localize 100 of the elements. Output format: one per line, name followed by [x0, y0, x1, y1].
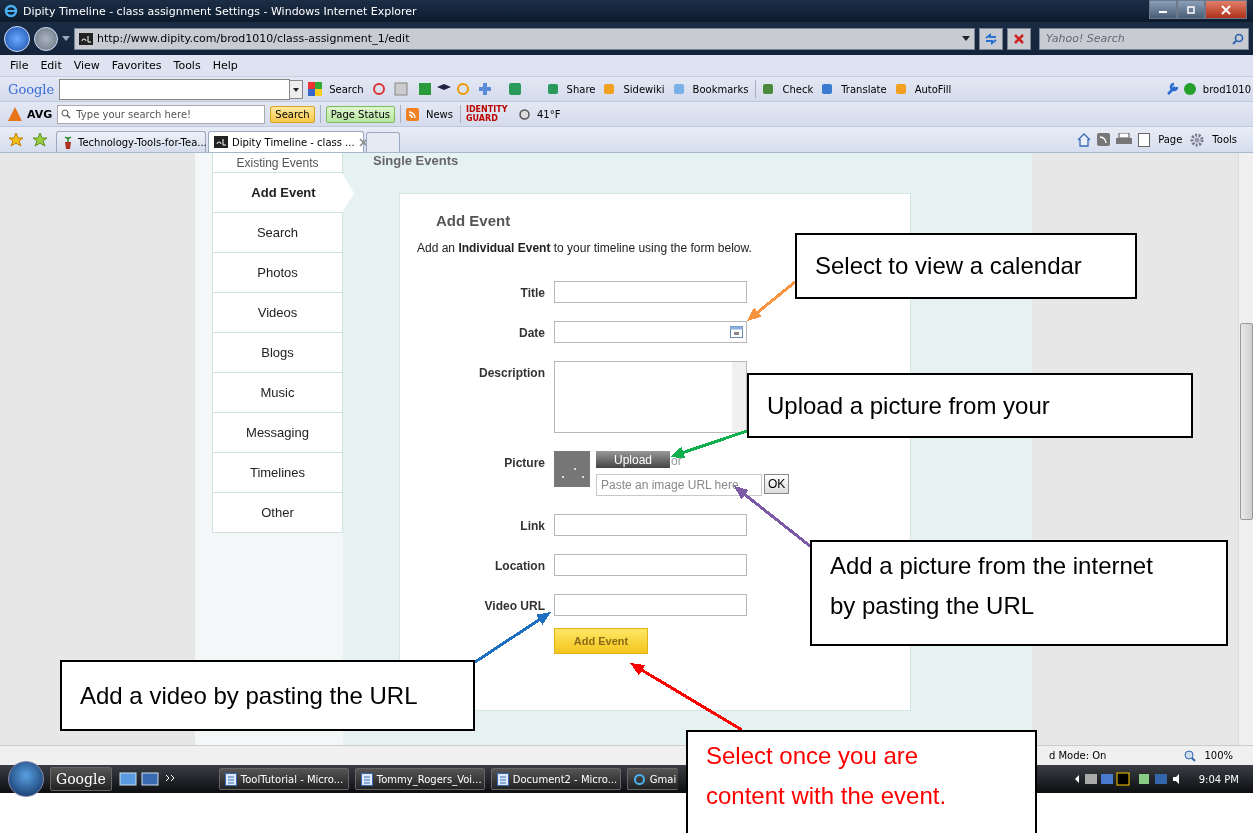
date-field[interactable] — [554, 321, 747, 343]
scrollbar[interactable] — [1238, 153, 1253, 745]
browser-icon — [632, 772, 646, 786]
printer-icon[interactable] — [1116, 133, 1133, 146]
news-button[interactable]: News — [423, 108, 455, 120]
weather-button[interactable]: 41°F — [534, 108, 563, 120]
description-field[interactable] — [554, 361, 747, 433]
page-icon — [1138, 132, 1151, 147]
home-icon[interactable] — [1077, 132, 1092, 147]
toolbar-button[interactable]: Translate — [839, 83, 889, 95]
avg-logo-icon — [8, 107, 22, 121]
user-button[interactable]: brod1010 — [1200, 83, 1253, 95]
sidebar-item[interactable]: Other — [212, 493, 342, 533]
sidebar-item[interactable]: Messaging — [212, 413, 342, 453]
refresh-button[interactable] — [979, 27, 1003, 50]
toolbar-button[interactable]: Check — [780, 83, 816, 95]
forward-button[interactable] — [34, 26, 58, 51]
site-icon — [79, 32, 93, 45]
maximize-button[interactable] — [1177, 0, 1205, 19]
text-field[interactable] — [554, 281, 747, 303]
sidebar-item[interactable]: Existing Events — [212, 153, 342, 173]
sidebar-item[interactable]: Photos — [212, 253, 342, 293]
google-search-field[interactable] — [59, 78, 291, 100]
close-button[interactable] — [1205, 0, 1247, 19]
back-button[interactable] — [4, 25, 30, 52]
field-label: Title — [519, 285, 545, 300]
add-favorite-icon[interactable] — [32, 131, 48, 148]
clock: 9:04 PM — [1198, 773, 1239, 785]
toolbar-button[interactable]: Sidewiki — [621, 83, 667, 95]
field-label: Picture — [503, 455, 545, 470]
search-box[interactable]: Yahoo! Search — [1039, 27, 1249, 50]
caret-icon[interactable] — [962, 35, 970, 42]
callout-box: Select to view a calendar — [795, 233, 1137, 299]
taskbar-button[interactable]: Document2 - Micro... — [490, 768, 621, 790]
toolbar-button[interactable]: Bookmarks — [690, 83, 751, 95]
menu-item[interactable]: Tools — [167, 59, 207, 72]
browser-tab[interactable]: Dipity Timeline - class ... — [208, 131, 364, 152]
window-title: Dipity Timeline - class assignment Settings - Windows Internet Explorer — [23, 4, 418, 18]
sidebar-item[interactable]: Blogs — [212, 333, 342, 373]
upload-button[interactable]: Upload — [596, 451, 670, 468]
toolbar-button[interactable]: Search — [327, 83, 366, 95]
avg-logo: AVG — [27, 107, 53, 121]
sidebar-item[interactable]: Videos — [212, 293, 342, 333]
form-intro: Add an Individual Event to your timeline using the form below. — [417, 241, 753, 255]
zoom-level[interactable]: 100% — [1204, 750, 1233, 761]
image-url-field[interactable]: Paste an image URL here — [596, 474, 762, 496]
plant-pot-icon — [62, 135, 74, 149]
browser-tab[interactable]: Technology-Tools-for-Tea... — [56, 131, 206, 152]
avg-search-box[interactable]: Type your search here! — [57, 104, 266, 124]
field-label: Date — [518, 325, 545, 340]
sidebar-item[interactable]: Timelines — [212, 453, 342, 493]
picture-thumbnail — [554, 451, 590, 487]
toolbar-button[interactable]: AutoFill — [912, 83, 954, 95]
add-event-button[interactable]: Add Event — [554, 628, 648, 654]
minimize-button[interactable] — [1149, 0, 1177, 19]
google-icon — [308, 82, 323, 96]
sidebar-item[interactable]: Music — [212, 373, 342, 413]
field-label: Link — [519, 518, 545, 533]
toolbar-item-icon — [893, 82, 908, 96]
toolbar-button[interactable]: Share — [564, 83, 598, 95]
search-icon[interactable] — [1232, 32, 1244, 45]
start-button[interactable] — [8, 761, 44, 797]
field-label: Description — [478, 365, 545, 380]
toolbar-item-icon — [545, 82, 560, 96]
menu-item[interactable]: View — [67, 59, 106, 72]
toolbar-item-icon — [761, 82, 776, 96]
avg-search-button[interactable]: Search — [270, 105, 315, 123]
page-status-button[interactable]: Page Status — [325, 105, 395, 123]
identity-guard-logo[interactable]: IDENTITY GUARD — [465, 105, 514, 123]
text-field[interactable] — [554, 514, 747, 536]
address-field[interactable]: http://www.dipity.com/brod1010/class-assignment_1/edit — [74, 27, 975, 50]
close-tab-icon[interactable] — [358, 137, 368, 147]
favorites-star-icon[interactable] — [8, 131, 24, 148]
taskbar-button[interactable]: ToolTutorial - Micro... — [218, 768, 349, 790]
search-field[interactable]: Yahoo! Search — [1044, 31, 1232, 46]
google-taskbar-button[interactable]: Google — [50, 767, 112, 791]
document-icon — [224, 772, 237, 786]
sidebar-item[interactable]: Search — [212, 213, 342, 253]
search-icon — [61, 109, 72, 119]
callout-box: Select once you are content with the event. — [686, 730, 1037, 833]
menu-item[interactable]: Help — [206, 59, 244, 72]
stop-button[interactable] — [1007, 27, 1031, 50]
text-field[interactable] — [554, 554, 747, 576]
page-menu-button[interactable]: Page — [1156, 134, 1185, 145]
calendar-icon[interactable] — [730, 326, 743, 338]
close-icon — [1221, 4, 1231, 15]
document-icon — [496, 772, 509, 786]
taskbar-button[interactable]: Gmai — [626, 768, 679, 790]
menu-item[interactable]: Favorites — [105, 59, 168, 72]
tools-menu-button[interactable]: Tools — [1210, 134, 1239, 145]
text-field[interactable] — [554, 594, 747, 616]
taskbar-button[interactable]: Tommy_Rogers_Voi... — [354, 768, 485, 790]
menu-item[interactable]: Edit — [34, 59, 68, 72]
field-label: Video URL — [483, 598, 545, 613]
feed-icon[interactable] — [1097, 133, 1111, 146]
sidebar-item[interactable]: Add Event — [212, 173, 354, 213]
caret-icon[interactable] — [62, 35, 70, 42]
ok-button[interactable]: OK — [764, 474, 790, 494]
stop-icon — [1013, 32, 1025, 45]
menu-item[interactable]: File — [4, 59, 35, 72]
